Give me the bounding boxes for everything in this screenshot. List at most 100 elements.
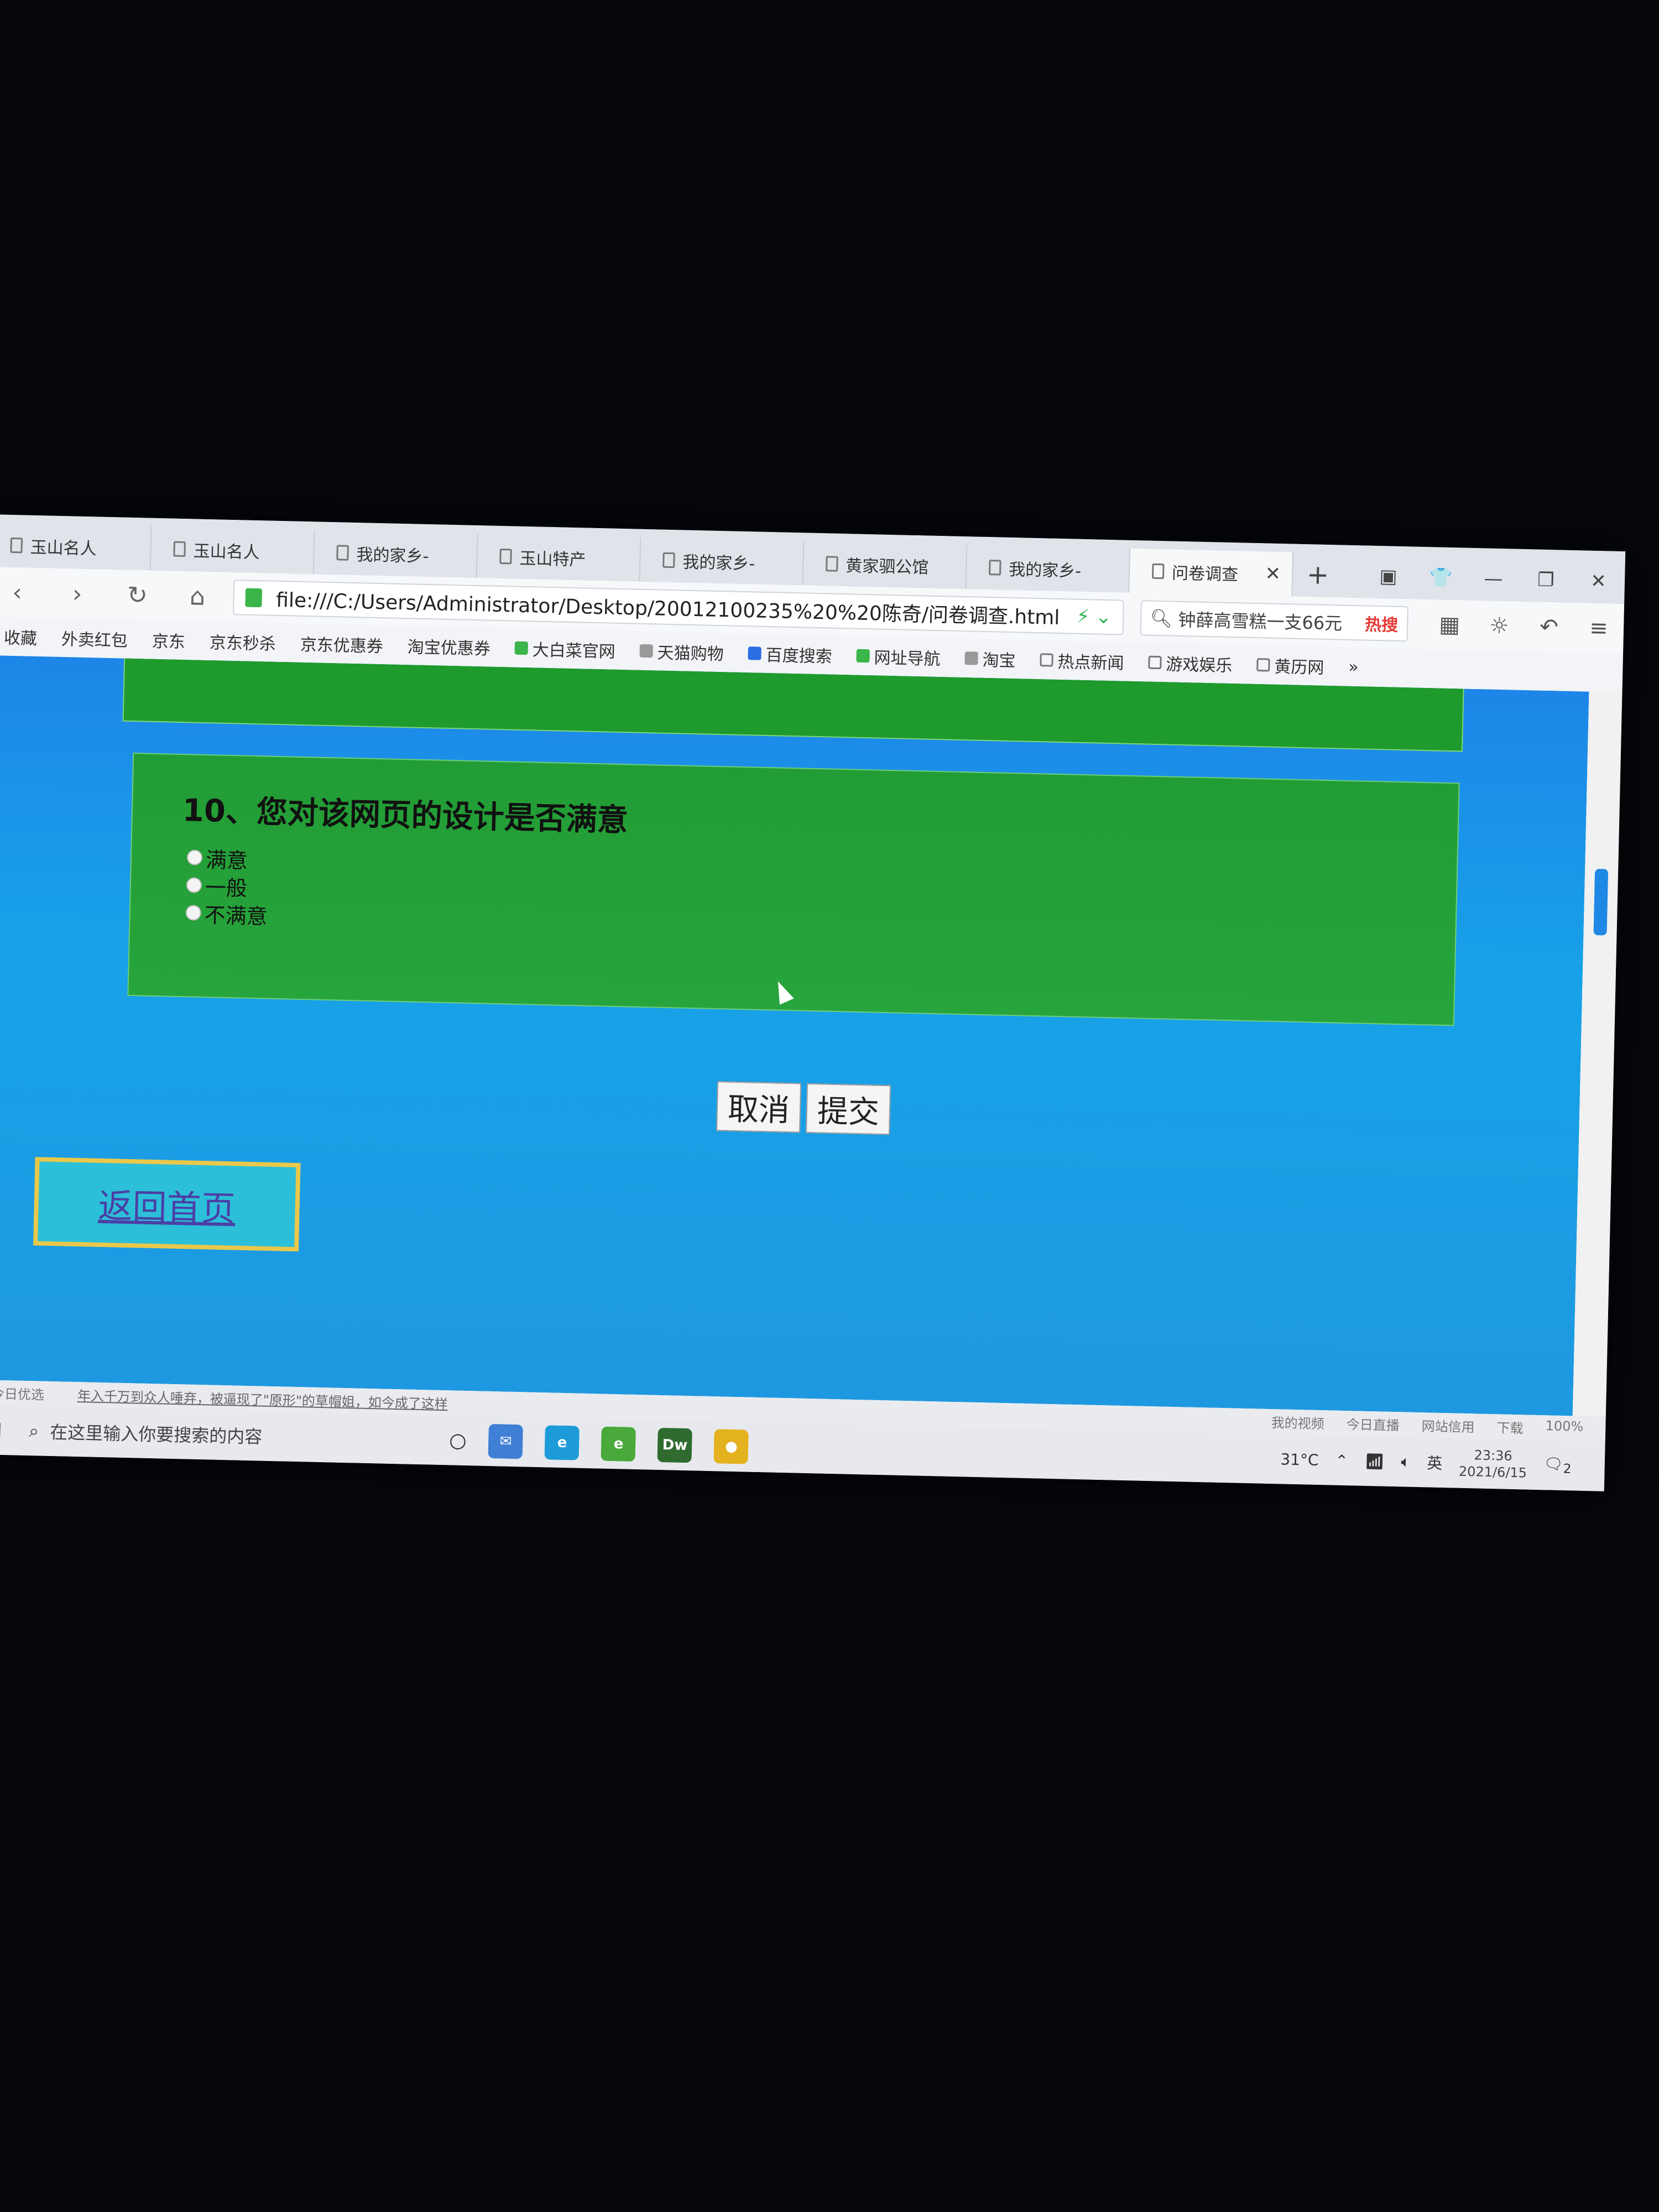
scrollbar-thumb[interactable] xyxy=(1593,869,1609,936)
bookmark[interactable]: 京东优惠券 xyxy=(300,631,383,657)
window-controls: ▣ 👕 — ❐ ✕ xyxy=(1361,554,1625,604)
tab-label: 玉山名人 xyxy=(30,538,97,559)
tab[interactable]: 我的家乡- xyxy=(966,545,1131,593)
bookmark[interactable]: 天猫购物 xyxy=(639,639,724,665)
bookmark[interactable]: 淘宝 xyxy=(964,646,1016,671)
network-icon[interactable]: 📶︎ xyxy=(1365,1452,1385,1470)
site-icon xyxy=(514,641,529,655)
bookmark[interactable]: 游戏娱乐 xyxy=(1148,650,1233,676)
back-icon[interactable]: ‹ xyxy=(0,577,48,607)
address-url[interactable]: file:///C:/Users/Administrator/Desktop/2… xyxy=(276,584,1066,630)
form-buttons: 取消 提交 xyxy=(716,1081,891,1135)
tab[interactable]: 我的家乡- xyxy=(314,530,478,578)
tab-count-icon[interactable]: ▣ xyxy=(1362,565,1415,588)
my-videos[interactable]: 我的视频 xyxy=(1271,1412,1324,1432)
clock[interactable]: 23:36 2021/6/15 xyxy=(1459,1447,1527,1481)
search-box[interactable]: 🔍︎ 钟薛高雪糕一支66元 热搜 xyxy=(1140,600,1408,642)
minimize-icon[interactable]: — xyxy=(1467,567,1520,591)
zoom-level[interactable]: 100% xyxy=(1545,1418,1583,1438)
taskbar-search-input[interactable]: 在这里输入你要搜索的内容 xyxy=(50,1418,263,1449)
more-bookmarks-button[interactable]: » xyxy=(1348,657,1359,676)
radio-button[interactable] xyxy=(186,849,203,865)
edge-icon[interactable]: e xyxy=(544,1425,580,1460)
undo-icon[interactable]: ↶ xyxy=(1524,614,1574,640)
skin-icon[interactable]: 👕 xyxy=(1415,566,1468,589)
forward-icon[interactable]: › xyxy=(47,579,108,608)
toolbar-icons: ▦ ☼ ↶ ≡ xyxy=(1425,612,1624,641)
back-to-home-link[interactable]: 返回首页 xyxy=(98,1178,236,1231)
browser-app-icon[interactable]: ● xyxy=(713,1429,749,1464)
page-icon xyxy=(10,537,23,554)
monitor-screen: 玉山名人 玉山名人 我的家乡- 玉山特产 我的家乡- 黄家驷公馆 我的家乡- 问… xyxy=(0,514,1626,1491)
site-icon xyxy=(856,649,870,663)
bookmark[interactable]: 大白菜官网 xyxy=(514,636,615,662)
tab[interactable]: 玉山名人 xyxy=(150,526,315,575)
tab[interactable]: 玉山名人 xyxy=(0,522,152,571)
ime-indicator[interactable]: 英 xyxy=(1427,1451,1443,1474)
tab-label: 我的家乡- xyxy=(1008,560,1082,581)
restore-icon[interactable]: ❐ xyxy=(1520,568,1573,592)
today-picks[interactable]: 今日优选 xyxy=(0,1383,44,1404)
menu-icon[interactable]: ≡ xyxy=(1574,615,1624,641)
chevron-up-icon[interactable]: ⌃ xyxy=(1335,1451,1348,1470)
taskbar-search[interactable]: ⌕ 在这里输入你要搜索的内容 xyxy=(18,1418,450,1453)
page-icon xyxy=(1148,655,1162,670)
tab-label: 我的家乡- xyxy=(356,545,429,567)
tab-label: 黄家驷公馆 xyxy=(845,556,929,578)
speed-icon[interactable]: ⚡ ⌄ xyxy=(1076,606,1112,628)
brightness-icon[interactable]: ☼ xyxy=(1474,613,1525,639)
bookmark[interactable]: 热点新闻 xyxy=(1040,648,1124,674)
ie-icon[interactable]: e xyxy=(601,1426,637,1462)
tab[interactable]: 玉山特产 xyxy=(477,534,641,582)
search-text[interactable]: 钟薛高雪糕一支66元 xyxy=(1178,606,1343,635)
new-tab-button[interactable]: + xyxy=(1292,552,1343,598)
paw-icon xyxy=(748,646,761,660)
temperature[interactable]: 31°C xyxy=(1280,1450,1319,1469)
cancel-button[interactable]: 取消 xyxy=(716,1081,802,1133)
windows-start-icon[interactable]: ⊞ xyxy=(0,1417,18,1443)
site-credit[interactable]: 网站信用 xyxy=(1421,1415,1475,1436)
bookmark[interactable]: 京东 xyxy=(152,628,185,653)
close-tab-icon[interactable]: ✕ xyxy=(1265,562,1281,585)
option-neutral[interactable]: 一般 xyxy=(186,871,268,900)
page-icon xyxy=(1151,563,1165,580)
bookmark[interactable]: 黄历网 xyxy=(1256,653,1324,679)
option-satisfied[interactable]: 满意 xyxy=(186,843,269,873)
search-icon: 🔍︎ xyxy=(1150,607,1178,629)
page-icon xyxy=(988,560,1001,576)
bookmark[interactable]: 百度搜索 xyxy=(748,641,832,667)
live-today[interactable]: 今日直播 xyxy=(1346,1413,1400,1434)
option-unsatisfied[interactable]: 不满意 xyxy=(185,899,268,928)
home-link-box: 返回首页 xyxy=(33,1157,301,1252)
downloads[interactable]: 下载 xyxy=(1496,1417,1524,1437)
search-icon: ⌕ xyxy=(29,1420,39,1441)
bookmark[interactable]: 淘宝优惠券 xyxy=(407,633,491,659)
bookmark-favorites[interactable]: 收藏 xyxy=(0,624,38,649)
radio-button[interactable] xyxy=(186,877,202,893)
pinned-apps: ✉ e e Dw ● xyxy=(488,1423,749,1464)
cortana-icon[interactable]: ○ xyxy=(449,1429,467,1452)
hot-search-label[interactable]: 热搜 xyxy=(1365,611,1399,636)
close-window-icon[interactable]: ✕ xyxy=(1572,570,1625,593)
radio-button[interactable] xyxy=(185,905,202,921)
options-group: 满意 一般 不满意 xyxy=(185,843,269,928)
apps-grid-icon[interactable]: ▦ xyxy=(1425,612,1475,638)
bookmark[interactable]: 外卖红包 xyxy=(61,625,128,651)
page-icon xyxy=(826,556,838,572)
bookmark[interactable]: 京东秒杀 xyxy=(209,629,276,655)
home-icon[interactable]: ⌂ xyxy=(167,582,228,611)
tab-active[interactable]: 问卷调查 ✕ xyxy=(1129,548,1294,597)
time: 23:36 xyxy=(1474,1447,1513,1464)
bookmark[interactable]: 网址导航 xyxy=(856,644,941,670)
survey-page: 10、您对该网页的设计是否满意 满意 一般 不满意 取消 提交 返回首页 xyxy=(0,655,1589,1416)
volume-icon[interactable]: 🔈︎ xyxy=(1401,1452,1411,1471)
secure-shield-icon xyxy=(245,588,262,608)
submit-button[interactable]: 提交 xyxy=(805,1083,891,1135)
mail-icon[interactable]: ✉ xyxy=(488,1423,524,1459)
notification-icon[interactable]: 🗨︎2 xyxy=(1543,1454,1572,1477)
tab[interactable]: 我的家乡- xyxy=(640,537,805,586)
tab[interactable]: 黄家驷公馆 xyxy=(803,541,968,589)
reload-icon[interactable]: ↻ xyxy=(107,580,168,609)
dreamweaver-icon[interactable]: Dw xyxy=(657,1427,693,1463)
page-icon xyxy=(662,552,675,568)
